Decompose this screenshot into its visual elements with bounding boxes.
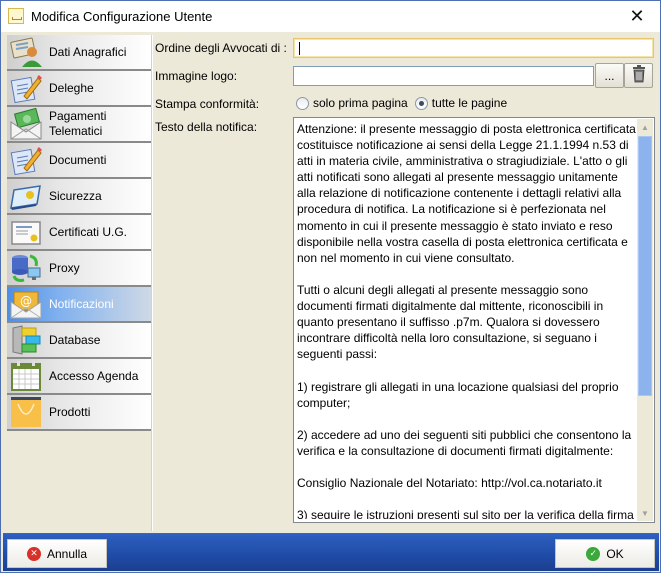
vertical-scrollbar[interactable]: ▲ ▼ bbox=[637, 119, 653, 521]
calendar-icon bbox=[9, 360, 43, 392]
ok-check-icon: ✓ bbox=[586, 546, 601, 561]
database-drawers-icon bbox=[9, 324, 43, 356]
sidebar-item-label: Documenti bbox=[49, 152, 107, 167]
window-title: Modifica Configurazione Utente bbox=[31, 9, 213, 24]
certificate-icon bbox=[9, 216, 43, 248]
browse-button[interactable]: ... bbox=[595, 63, 624, 88]
testo-label: Testo della notifica: bbox=[155, 120, 258, 134]
scroll-up-button[interactable]: ▲ bbox=[637, 119, 653, 135]
text-caret bbox=[299, 42, 300, 55]
stampa-radio-group: solo prima pagina tutte le pagine bbox=[296, 96, 514, 110]
money-envelope-icon bbox=[9, 108, 43, 140]
sidebar-item-pagamenti-telematici[interactable]: Pagamenti Telematici bbox=[7, 107, 151, 143]
ordine-input[interactable] bbox=[293, 38, 654, 58]
sidebar-item-prodotti[interactable]: Prodotti bbox=[7, 395, 151, 431]
arrow-up-icon: ▲ bbox=[641, 122, 649, 132]
sidebar-item-accesso-agenda[interactable]: Accesso Agenda bbox=[7, 359, 151, 395]
notification-text-area[interactable]: Attenzione: il presente messaggio di pos… bbox=[293, 117, 655, 523]
radio-solo-prima-pagina[interactable] bbox=[296, 96, 309, 110]
shopping-bag-icon bbox=[9, 396, 43, 428]
close-button[interactable]: ✕ bbox=[614, 1, 660, 32]
sidebar-item-database[interactable]: Database bbox=[7, 323, 151, 359]
scroll-thumb[interactable] bbox=[638, 136, 652, 396]
logo-path-input[interactable] bbox=[293, 66, 594, 86]
trash-icon bbox=[632, 65, 646, 86]
sidebar-item-label: Prodotti bbox=[49, 404, 91, 419]
scroll-down-button[interactable]: ▼ bbox=[637, 505, 653, 521]
app-scale-icon bbox=[8, 8, 24, 24]
sidebar-item-deleghe[interactable]: Deleghe bbox=[7, 71, 151, 107]
browse-label: ... bbox=[604, 68, 615, 83]
proxy-network-icon bbox=[9, 252, 43, 284]
radio-label-tutte-le-pagine[interactable]: tutte le pagine bbox=[432, 96, 507, 110]
logo-label: Immagine logo: bbox=[155, 69, 238, 83]
sidebar-item-label: Pagamenti Telematici bbox=[49, 109, 107, 138]
radio-tutte-le-pagine[interactable] bbox=[414, 96, 428, 110]
sidebar-item-label: Notificazioni bbox=[49, 296, 114, 311]
ok-label: OK bbox=[606, 546, 624, 561]
sidebar-item-dati-anagrafici[interactable]: Dati Anagrafici bbox=[7, 35, 151, 71]
sidebar-item-label: Certificati U.G. bbox=[49, 224, 128, 239]
sidebar-item-label: Proxy bbox=[49, 260, 80, 275]
sidebar-item-sicurezza[interactable]: Sicurezza bbox=[7, 179, 151, 215]
sidebar-item-label: Dati Anagrafici bbox=[49, 44, 127, 59]
delete-logo-button[interactable] bbox=[624, 63, 653, 88]
sidebar-item-label: Accesso Agenda bbox=[49, 368, 139, 383]
stampa-label: Stampa conformità: bbox=[155, 97, 260, 111]
cancel-label: Annulla bbox=[46, 546, 88, 561]
title-bar: Modifica Configurazione Utente ✕ bbox=[1, 1, 660, 32]
radio-label-solo-prima-pagina[interactable]: solo prima pagina bbox=[313, 96, 408, 110]
email-at-icon: @ bbox=[9, 288, 43, 320]
sidebar-item-label: Deleghe bbox=[49, 80, 94, 95]
ok-button[interactable]: ✓ OK bbox=[555, 539, 655, 568]
sidebar-item-proxy[interactable]: Proxy bbox=[7, 251, 151, 287]
ordine-label: Ordine degli Avvocati di : bbox=[155, 41, 287, 55]
dialog-window: Modifica Configurazione Utente ✕ Dati An… bbox=[0, 0, 661, 573]
close-icon: ✕ bbox=[629, 6, 645, 26]
security-card-icon bbox=[9, 180, 43, 212]
sidebar-divider bbox=[151, 35, 153, 531]
user-card-icon bbox=[9, 36, 43, 68]
document-pencil-icon bbox=[9, 144, 43, 176]
cancel-button[interactable]: ✕ Annulla bbox=[7, 539, 107, 568]
sidebar-item-label: Sicurezza bbox=[49, 188, 102, 203]
svg-text:@: @ bbox=[20, 294, 32, 308]
sidebar-item-certificati-ug[interactable]: Certificati U.G. bbox=[7, 215, 151, 251]
cancel-x-icon: ✕ bbox=[26, 546, 41, 561]
sidebar-item-documenti[interactable]: Documenti bbox=[7, 143, 151, 179]
sidebar: Dati Anagrafici Deleghe Pagamenti Telema… bbox=[7, 35, 151, 431]
document-pencil-icon bbox=[9, 72, 43, 104]
sidebar-item-label: Database bbox=[49, 332, 101, 347]
notification-text[interactable]: Attenzione: il presente messaggio di pos… bbox=[297, 121, 637, 519]
arrow-down-icon: ▼ bbox=[641, 508, 649, 518]
sidebar-item-notificazioni[interactable]: @ Notificazioni bbox=[7, 287, 151, 323]
footer-bar: ✕ Annulla ✓ OK bbox=[3, 533, 659, 571]
